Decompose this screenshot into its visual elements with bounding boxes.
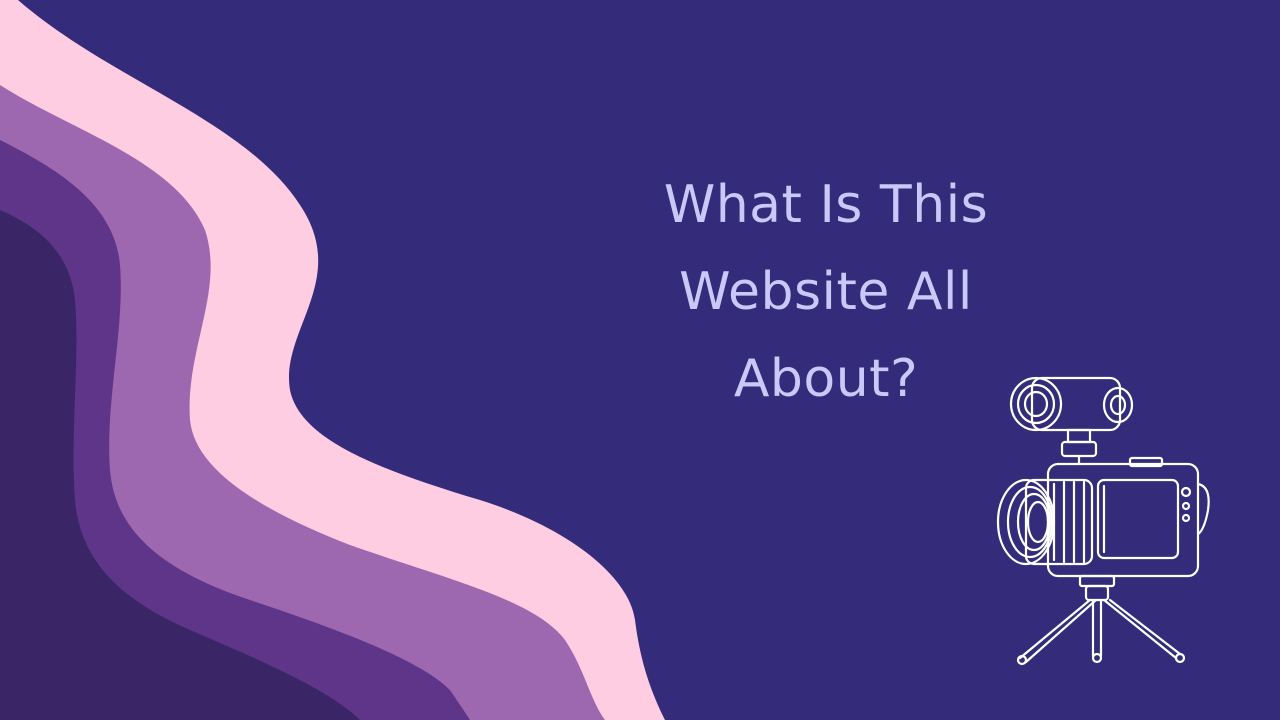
top-mounted-scope (1009, 376, 1134, 466)
camera-lens (996, 478, 1094, 566)
camera-body (1046, 456, 1210, 578)
tripod (1016, 574, 1186, 666)
page-title: What Is This Website All About? (663, 175, 989, 409)
video-camera-on-tripod-icon (996, 376, 1210, 666)
